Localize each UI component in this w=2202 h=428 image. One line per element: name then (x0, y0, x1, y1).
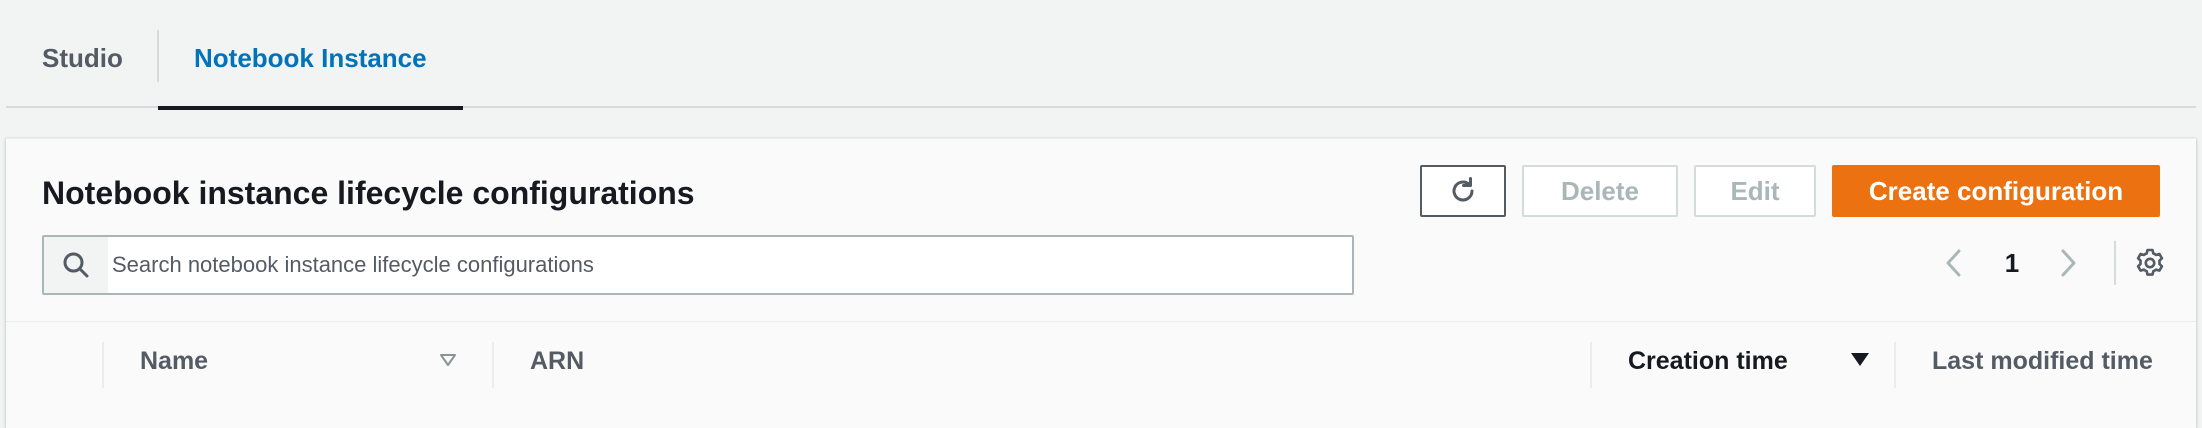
pager-divider (2114, 241, 2116, 285)
sort-unsorted-icon[interactable] (434, 346, 462, 374)
chevron-left-icon (1946, 249, 1961, 277)
column-divider (102, 342, 104, 388)
lifecycle-config-panel: Notebook instance lifecycle configuratio… (6, 138, 2196, 428)
gear-icon (2136, 248, 2164, 276)
column-header-last-modified-time[interactable]: Last modified time (1932, 322, 2153, 414)
tab-studio[interactable]: Studio (42, 0, 123, 108)
refresh-icon (1452, 177, 1474, 202)
tab-notebook-instance[interactable]: Notebook Instance (158, 0, 463, 110)
search-icon (63, 252, 89, 278)
search-input[interactable] (108, 237, 1348, 293)
current-page-number[interactable]: 1 (1988, 243, 2036, 283)
create-configuration-button[interactable]: Create configuration (1832, 165, 2160, 217)
next-page-button[interactable] (2048, 243, 2088, 283)
caret-down-outline-icon (440, 354, 456, 366)
table-preferences-button[interactable] (2130, 243, 2170, 283)
search-field (42, 235, 1354, 295)
caret-down-filled-icon (1851, 353, 1869, 366)
tab-bar: Studio Notebook Instance (6, 0, 2196, 110)
previous-page-button[interactable] (1934, 243, 1974, 283)
edit-button[interactable]: Edit (1694, 165, 1816, 217)
delete-button[interactable]: Delete (1522, 165, 1678, 217)
column-divider (1590, 342, 1592, 388)
table-header: Name ARN Creation time Last modified tim… (6, 321, 2196, 413)
panel-title: Notebook instance lifecycle configuratio… (42, 175, 695, 211)
column-header-name[interactable]: Name (140, 322, 208, 414)
column-divider (492, 342, 494, 388)
column-header-creation-time[interactable]: Creation time (1628, 322, 1788, 414)
refresh-button[interactable] (1420, 165, 1506, 217)
search-icon-container (44, 237, 108, 293)
column-header-arn[interactable]: ARN (530, 322, 584, 414)
column-divider (1894, 342, 1896, 388)
chevron-right-icon (2061, 249, 2076, 277)
sort-descending-icon[interactable] (1846, 346, 1874, 374)
